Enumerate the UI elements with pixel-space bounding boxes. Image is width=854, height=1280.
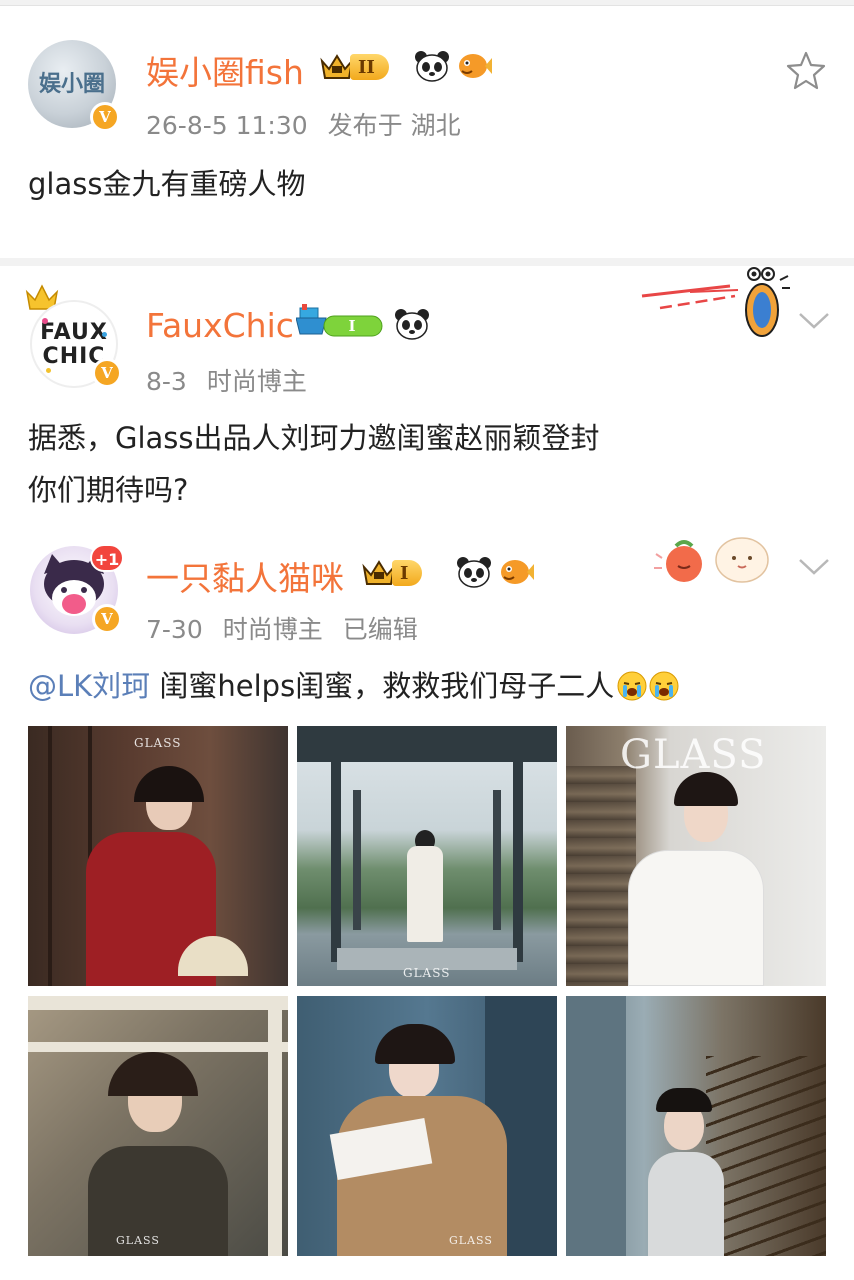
original-post: 娱小圈 V 娱小圈fish II 26-8-5 11:30 发布于 湖北 glas… bbox=[0, 0, 854, 258]
comment-meta: 8-3 时尚博主 bbox=[146, 362, 307, 398]
verified-badge: V bbox=[92, 604, 122, 634]
location-prefix: 发布于 bbox=[327, 111, 403, 140]
post-meta: 26-8-5 11:30 发布于 湖北 bbox=[146, 106, 461, 142]
notification-badge: +1 bbox=[90, 544, 124, 572]
member-level-badge: I bbox=[362, 558, 423, 588]
author-role: 时尚博主 bbox=[222, 615, 323, 644]
card-decoration-icon bbox=[654, 537, 769, 583]
crown-icon bbox=[362, 560, 396, 585]
magazine-watermark: GLASS bbox=[449, 1234, 493, 1247]
username[interactable]: FauxChic bbox=[146, 306, 294, 345]
panda-icon bbox=[457, 557, 491, 588]
edited-label: 已编辑 bbox=[342, 615, 418, 644]
photo-thumbnail[interactable]: GLASS bbox=[28, 996, 288, 1256]
author-role: 时尚博主 bbox=[206, 367, 307, 396]
comment-text: @LK刘珂 闺蜜helps闺蜜，救救我们母子二人 bbox=[28, 660, 680, 712]
photo-thumbnail[interactable]: GLASS bbox=[566, 726, 826, 986]
photo-thumbnail[interactable]: GLASS bbox=[28, 726, 288, 986]
user-mention-link[interactable]: @LK刘珂 bbox=[28, 669, 150, 703]
comment-item: +1 V 一只黏人猫咪 I 7-30 时尚博主 已编辑 @LK刘珂 闺蜜help… bbox=[0, 530, 854, 1280]
crown-icon bbox=[320, 54, 354, 79]
panda-icon bbox=[415, 51, 449, 82]
member-level-badge: II bbox=[320, 52, 389, 82]
level-label: I bbox=[348, 317, 355, 335]
comment-text-line1: 据悉，Glass出品人刘珂力邀闺蜜赵丽颖登封 bbox=[28, 421, 600, 455]
verified-badge: V bbox=[90, 102, 120, 132]
panda-icon bbox=[395, 309, 429, 340]
comment-date: 8-3 bbox=[146, 367, 187, 396]
magazine-watermark: GLASS bbox=[403, 966, 451, 980]
comment-item: FAUX CHIC V FauxChic I 8-3 时尚博主 据悉，Glass… bbox=[0, 266, 854, 516]
comment-date: 7-30 bbox=[146, 615, 203, 644]
photo-grid: GLASS GLASS GLASS GLASS GLASS bbox=[0, 726, 854, 1256]
chevron-down-icon[interactable] bbox=[798, 558, 830, 576]
photo-thumbnail[interactable]: GLASS bbox=[297, 726, 557, 986]
username[interactable]: 娱小圈fish bbox=[146, 46, 304, 94]
card-decoration-icon bbox=[641, 267, 790, 337]
magazine-watermark: GLASS bbox=[134, 736, 182, 750]
photo-thumbnail[interactable]: GLASS bbox=[297, 996, 557, 1256]
post-timestamp: 26-8-5 11:30 bbox=[146, 111, 308, 140]
comment-text-body: 闺蜜helps闺蜜，救救我们母子二人 bbox=[159, 669, 615, 703]
star-icon[interactable] bbox=[786, 50, 826, 90]
chevron-down-icon[interactable] bbox=[798, 312, 830, 330]
level-label: I bbox=[392, 560, 423, 586]
username[interactable]: 一只黏人猫咪 bbox=[146, 552, 344, 600]
level-label: II bbox=[350, 54, 389, 80]
magazine-watermark: GLASS bbox=[116, 1234, 160, 1247]
magazine-watermark: GLASS bbox=[620, 732, 767, 778]
fish-icon bbox=[501, 560, 534, 584]
crying-emoji-icon bbox=[617, 671, 647, 701]
fish-icon bbox=[459, 54, 492, 78]
verified-badge: V bbox=[92, 358, 122, 388]
photo-thumbnail[interactable] bbox=[566, 996, 826, 1256]
section-divider bbox=[0, 258, 854, 266]
post-text: glass金九有重磅人物 bbox=[28, 167, 306, 201]
crying-emoji-icon bbox=[649, 671, 679, 701]
comment-meta: 7-30 时尚博主 已编辑 bbox=[146, 610, 418, 646]
comment-text-line2: 你们期待吗? bbox=[28, 473, 189, 507]
post-location: 湖北 bbox=[410, 111, 461, 140]
avatar-logo-text: 娱小圈 bbox=[38, 71, 105, 97]
boat-badge-icon: I bbox=[296, 304, 383, 337]
